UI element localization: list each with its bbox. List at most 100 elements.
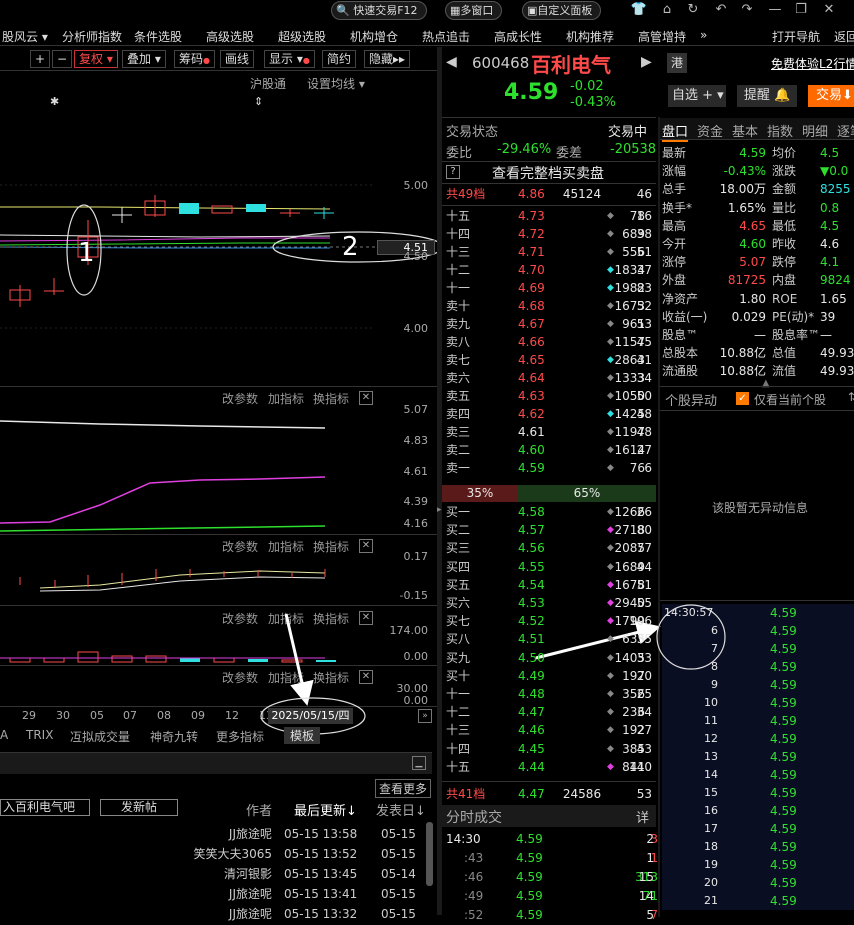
ticks-detail-button[interactable]: 详 (636, 807, 649, 826)
minimize-icon[interactable]: — (766, 2, 784, 17)
bid-row[interactable]: 十四 4.45 385 ◆ 43 (444, 740, 656, 758)
draw-button[interactable]: 画线 (220, 50, 255, 68)
nav-item[interactable]: 高级选股 (206, 28, 254, 45)
nav-item[interactable]: 条件选股 (134, 28, 182, 45)
forum-row[interactable]: JJ旅途呢 05-15 13:58 05-15 (0, 824, 430, 844)
bid-row[interactable]: 买三 4.56 2085 ◆ 77 (444, 539, 656, 557)
hide-button[interactable]: 隐藏▸▸ (364, 50, 411, 68)
bid-row[interactable]: 买四 4.55 1689 ◆ 44 (444, 558, 656, 576)
ask-row[interactable]: 卖五 4.63 1050 ◆ 50 (444, 387, 656, 405)
next-stock-icon[interactable]: ▶ (641, 54, 652, 70)
expand-right-icon[interactable]: » (418, 709, 432, 723)
nav-more[interactable]: » (700, 28, 707, 42)
collapse-up-icon[interactable]: ▲ (762, 378, 770, 389)
ask-row[interactable]: 卖六 4.64 1333 ◆ 34 (444, 369, 656, 387)
hgt-label[interactable]: 沪股通 (250, 75, 286, 92)
new-post-button[interactable]: 发新帖 (100, 799, 178, 816)
back-icon[interactable]: ↶ (712, 2, 730, 17)
set-ma-button[interactable]: 设置均线 ▾ (307, 75, 365, 92)
display-button[interactable]: 显示 ▾● (264, 50, 315, 68)
prev-stock-icon[interactable]: ◀ (446, 54, 457, 70)
ask-row[interactable]: 十一 4.69 1982 ◆ 83 (444, 279, 656, 297)
only-current-checkbox[interactable]: ✓ (736, 392, 749, 405)
forum-row[interactable]: 清河银影 05-15 13:45 05-14 (0, 864, 430, 884)
nav-item[interactable]: 机构增仓 (350, 28, 398, 45)
ind-tab-template[interactable]: 模板 (284, 727, 321, 744)
refresh-icon[interactable]: ↻ (684, 2, 702, 17)
ind-add-button[interactable]: 加指标 (268, 538, 304, 555)
nav-item[interactable]: 热点追击 (422, 28, 470, 45)
nav-open[interactable]: 打开导航 (772, 28, 820, 45)
multi-window-button[interactable]: ▦多窗口 (445, 1, 503, 20)
nav-item[interactable]: 高管增持 (638, 28, 686, 45)
tab-basic[interactable]: 基本 (732, 121, 758, 140)
goto-bar-button[interactable]: 入百利电气吧 (0, 799, 90, 816)
bid-row[interactable]: 十三 4.46 192 ◆ 27 (444, 721, 656, 739)
simple-button[interactable]: 简约 (322, 50, 357, 68)
ind-tab[interactable]: A (0, 728, 8, 742)
col-last-update[interactable]: 最后更新↓ (294, 800, 357, 819)
restore-icon[interactable]: ❐ (792, 2, 810, 17)
tab-funds[interactable]: 资金 (697, 121, 723, 140)
nav-item[interactable]: 分析师指数 (62, 28, 122, 45)
full-book-button[interactable]: 查看完整档买卖盘 (492, 163, 604, 183)
hk-badge[interactable]: 港 (667, 53, 687, 73)
bid-row[interactable]: 买八 4.51 635 ◆ 35 (444, 630, 656, 648)
zoom-in-button[interactable]: + (30, 50, 50, 68)
col-author[interactable]: 作者 (246, 800, 272, 819)
help-icon[interactable]: ? (446, 165, 460, 179)
bid-row[interactable]: 买十 4.49 197 ◆ 20 (444, 667, 656, 685)
chips-button[interactable]: 筹码● (174, 50, 215, 68)
nav-back[interactable]: 返回 (834, 28, 854, 45)
trial-link[interactable]: 免费体验L2行情 (771, 55, 854, 72)
ind-tab[interactable]: TRIX (26, 728, 53, 742)
bid-row[interactable]: 买二 4.57 2718 ◆ 80 (444, 521, 656, 539)
view-more-button[interactable]: 查看更多 (375, 779, 432, 798)
ask-row[interactable]: 卖七 4.65 2863 ◆ 41 (444, 351, 656, 369)
collapse-icon[interactable]: ▁ (412, 756, 426, 770)
splitter[interactable] (437, 47, 442, 915)
bid-row[interactable]: 十五 4.44 841 ◆ 140 (444, 758, 656, 776)
forum-row[interactable]: JJ旅途呢 05-15 13:41 05-15 (0, 884, 430, 904)
ask-row[interactable]: 卖一 4.59 76 ◆ 6 (444, 459, 656, 477)
bid-row[interactable]: 买六 4.53 2940 ◆ 55 (444, 594, 656, 612)
nav-item[interactable]: 股风云 ▾ (2, 28, 48, 45)
ask-row[interactable]: 卖四 4.62 1425 ◆ 48 (444, 405, 656, 423)
bid-row[interactable]: 十二 4.47 236 ◆ 34 (444, 703, 656, 721)
ask-row[interactable]: 卖三 4.61 1197 ◆ 48 (444, 423, 656, 441)
bid-row[interactable]: 买五 4.54 1678 ◆ 51 (444, 576, 656, 594)
nav-item[interactable]: 高成长性 (494, 28, 542, 45)
nav-item[interactable]: 超级选股 (278, 28, 326, 45)
ask-row[interactable]: 卖九 4.67 961 ◆ 53 (444, 315, 656, 333)
overlay-button[interactable]: 叠加 ▾ (122, 50, 166, 68)
bid-row[interactable]: 十一 4.48 356 ◆ 25 (444, 685, 656, 703)
col-post-date[interactable]: 发表日↓ (376, 800, 426, 819)
tab-pankou[interactable]: 盘口 (662, 121, 689, 142)
anomaly-more-icon[interactable]: ⇅ (848, 390, 854, 404)
adjust-button[interactable]: 复权 ▾ (74, 50, 118, 68)
home-icon[interactable]: ⌂ (658, 2, 676, 17)
ask-row[interactable]: 卖二 4.60 1614 ◆ 27 (444, 441, 656, 459)
ask-row[interactable]: 十二 4.70 1834 ◆ 37 (444, 261, 656, 279)
zoom-out-button[interactable]: − (52, 50, 72, 68)
watchlist-button[interactable]: 自选 + ▾ (668, 85, 726, 107)
skin-icon[interactable]: 👕 (630, 2, 648, 17)
close-icon[interactable]: ✕ (820, 2, 838, 17)
forward-icon[interactable]: ↷ (738, 2, 756, 17)
trade-button[interactable]: 交易⬇ (808, 85, 854, 107)
custom-panel-button[interactable]: ▣自定义面板 (522, 1, 602, 20)
ask-row[interactable]: 十五 4.73 78 ◆ 16 (444, 207, 656, 225)
ind-swap-button[interactable]: 换指标 (313, 538, 349, 555)
ind-tab[interactable]: 冱拟成交量 (70, 728, 130, 745)
ask-row[interactable]: 十三 4.71 556 ◆ 51 (444, 243, 656, 261)
forum-row[interactable]: JJ旅途呢 05-15 13:32 05-15 (0, 904, 430, 924)
ask-row[interactable]: 十四 4.72 689 ◆ 38 (444, 225, 656, 243)
quick-trade-button[interactable]: 🔍 快速交易F12 (331, 1, 427, 20)
ind-params-button[interactable]: 改参数 (222, 538, 258, 555)
nav-item[interactable]: 机构推荐 (566, 28, 614, 45)
alert-button[interactable]: 提醒 🔔 (737, 85, 797, 107)
ask-row[interactable]: 卖八 4.66 1157 ◆ 45 (444, 333, 656, 351)
ind-close-button[interactable]: ✕ (359, 391, 373, 405)
ask-row[interactable]: 卖十 4.68 1673 ◆ 52 (444, 297, 656, 315)
splitter-arrow-icon[interactable]: ▸ (437, 505, 442, 515)
